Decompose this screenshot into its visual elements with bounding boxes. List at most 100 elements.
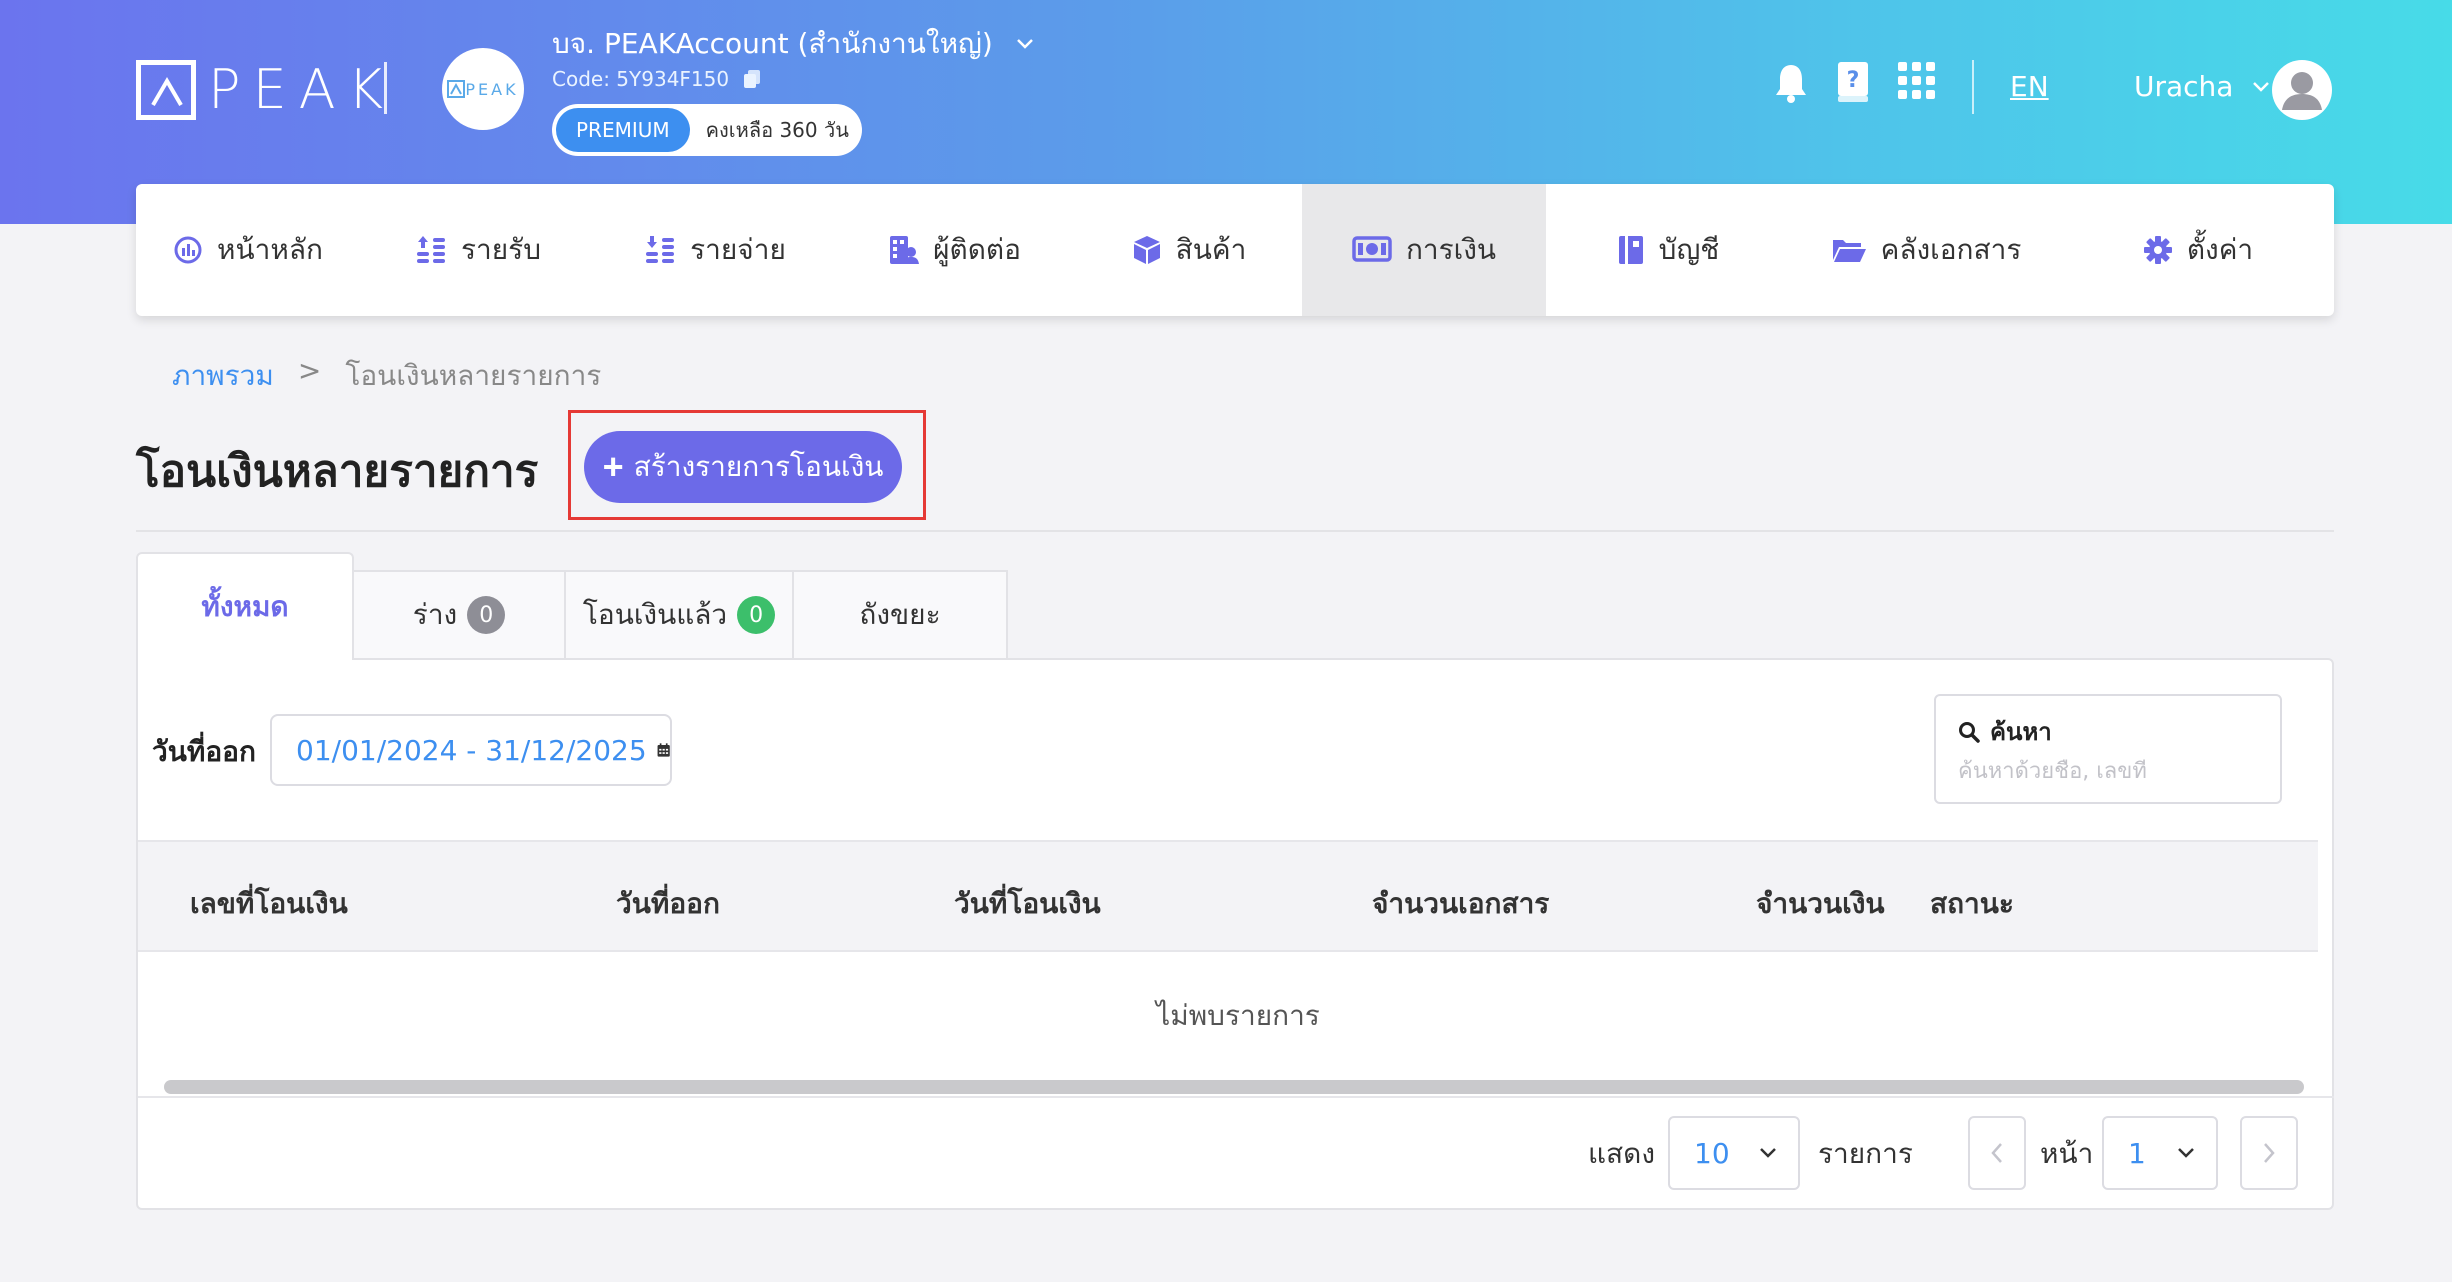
create-transfer-label: สร้างรายการโอนเงิน: [633, 451, 884, 482]
menu-item-accounting[interactable]: บัญชี: [1546, 184, 1790, 316]
create-transfer-button[interactable]: + สร้างรายการโอนเงิน: [584, 431, 902, 503]
column-amount[interactable]: จำนวนเงิน: [1756, 882, 1885, 926]
tab-count-badge: 0: [737, 596, 776, 634]
menu-item-products[interactable]: สินค้า: [1076, 184, 1302, 316]
search-icon: [1959, 721, 1980, 743]
menu-label: การเงิน: [1405, 233, 1497, 266]
page-title: โอนเงินหลายรายการ: [136, 446, 539, 497]
next-page-button[interactable]: [2240, 1116, 2298, 1190]
product-box-icon: [1133, 236, 1160, 264]
peak-logo[interactable]: PEAK: [136, 58, 395, 122]
menu-item-finance[interactable]: การเงิน: [1302, 184, 1546, 316]
column-transfer-date[interactable]: วันที่โอนเงิน: [954, 882, 1101, 926]
per-page-value: 10: [1694, 1136, 1730, 1170]
chevron-left-icon: [1991, 1143, 2002, 1163]
company-avatar[interactable]: PEAK: [442, 48, 524, 130]
search-label-row: ค้นหา: [1958, 712, 2258, 751]
gear-icon: [2143, 236, 2172, 264]
tab-all[interactable]: ทั้งหมด: [136, 552, 354, 660]
company-code: Code: 5Y934F150: [552, 67, 730, 91]
chevron-down-icon: [1016, 39, 1033, 49]
apps-grid-icon[interactable]: [1898, 62, 1936, 100]
plan-remaining-days: คงเหลือ 360 วัน: [705, 118, 849, 142]
logo-mark-icon: [136, 60, 196, 120]
user-menu[interactable]: Uracha: [2134, 70, 2271, 103]
logo-divider: [384, 62, 387, 114]
plan-status[interactable]: PREMIUM คงเหลือ 360 วัน: [552, 104, 862, 156]
header-divider: [1972, 60, 1974, 114]
menu-item-home[interactable]: หน้าหลัก: [136, 184, 360, 316]
language-switch[interactable]: EN: [2010, 70, 2049, 103]
user-name: Uracha: [2134, 70, 2234, 103]
page-select[interactable]: 1: [2102, 1116, 2218, 1190]
ledger-book-icon: [1618, 236, 1643, 264]
contacts-icon: [890, 236, 920, 264]
menu-item-settings[interactable]: ตั้งค่า: [2062, 184, 2334, 316]
tab-count-badge: 0: [467, 596, 506, 634]
company-logo-icon: [447, 80, 466, 98]
help-book-icon[interactable]: ?: [1836, 60, 1870, 104]
tab-draft[interactable]: ร่าง 0: [352, 570, 566, 658]
tab-trash[interactable]: ถังขยะ: [792, 570, 1008, 658]
title-divider: [136, 530, 2334, 532]
main-menu: หน้าหลัก รายรับ รายจ่าย ผู้ติดต่อ สินค้า…: [136, 184, 2334, 316]
table-footer-divider: [138, 1096, 2334, 1098]
tab-label: โอนเงินแล้ว: [582, 598, 728, 631]
menu-item-contacts[interactable]: ผู้ติดต่อ: [834, 184, 1076, 316]
bell-icon[interactable]: [1774, 62, 1808, 104]
user-avatar-icon: [2282, 72, 2322, 110]
chevron-down-icon: [2253, 81, 2270, 92]
column-transfer-number[interactable]: เลขที่โอนเงิน: [190, 882, 348, 926]
income-icon: [417, 236, 445, 263]
column-status[interactable]: สถานะ: [1930, 882, 2014, 926]
breadcrumb: ภาพรวม > โอนเงินหลายรายการ: [172, 354, 601, 398]
date-range-picker[interactable]: 01/01/2024 - 31/12/2025: [270, 714, 672, 786]
page-value: 1: [2128, 1136, 2146, 1170]
menu-item-documents[interactable]: คลังเอกสาร: [1790, 184, 2062, 316]
menu-label: ผู้ติดต่อ: [933, 233, 1021, 266]
breadcrumb-home-link[interactable]: ภาพรวม: [172, 354, 274, 398]
tab-label: ถังขยะ: [859, 598, 941, 631]
menu-label: หน้าหลัก: [217, 233, 323, 266]
svg-text:?: ?: [1847, 68, 1860, 93]
company-code-row: Code: 5Y934F150: [552, 67, 761, 91]
dashboard-icon: [174, 236, 202, 264]
menu-label: ตั้งค่า: [2186, 233, 2254, 266]
menu-label: บัญชี: [1658, 233, 1720, 266]
per-page-select[interactable]: 10: [1668, 1116, 1800, 1190]
search-label: ค้นหา: [1990, 718, 2052, 746]
company-switcher[interactable]: บจ. PEAKAccount (สำนักงานใหญ่): [552, 22, 1035, 66]
breadcrumb-separator: >: [297, 354, 322, 387]
menu-item-expense[interactable]: รายจ่าย: [598, 184, 834, 316]
company-avatar-text: PEAK: [465, 79, 519, 99]
chevron-down-icon: [2178, 1148, 2194, 1158]
date-filter-label: วันที่ออก: [152, 735, 256, 768]
tab-transferred[interactable]: โอนเงินแล้ว 0: [564, 570, 794, 658]
user-avatar[interactable]: [2272, 60, 2332, 120]
chevron-right-icon: [2264, 1143, 2275, 1163]
column-issue-date[interactable]: วันที่ออก: [616, 882, 720, 926]
items-label: รายการ: [1818, 1137, 1913, 1170]
tab-label: ร่าง: [412, 598, 458, 631]
calendar-icon: [657, 743, 670, 757]
empty-state-text: ไม่พบรายการ: [1156, 999, 1320, 1032]
breadcrumb-current: โอนเงินหลายรายการ: [345, 359, 602, 392]
menu-item-income[interactable]: รายรับ: [360, 184, 598, 316]
money-icon: [1352, 236, 1392, 262]
tab-label: ทั้งหมด: [201, 590, 289, 623]
horizontal-scrollbar[interactable]: [164, 1080, 2304, 1094]
chevron-down-icon: [1760, 1148, 1776, 1158]
menu-label: คลังเอกสาร: [1880, 233, 2022, 266]
show-label: แสดง: [1588, 1137, 1655, 1170]
previous-page-button[interactable]: [1968, 1116, 2026, 1190]
menu-label: รายรับ: [461, 233, 541, 266]
menu-label: รายจ่าย: [690, 233, 786, 266]
search-input[interactable]: [1958, 759, 2258, 784]
column-document-count[interactable]: จำนวนเอกสาร: [1372, 882, 1549, 926]
search-box: ค้นหา: [1934, 694, 2282, 804]
table-header: เลขที่โอนเงิน วันที่ออก วันที่โอนเงิน จำ…: [138, 840, 2318, 952]
plan-badge: PREMIUM: [556, 108, 690, 152]
page-label: หน้า: [2040, 1137, 2094, 1170]
copy-icon[interactable]: [743, 69, 761, 89]
logo-text: PEAK: [208, 58, 396, 121]
